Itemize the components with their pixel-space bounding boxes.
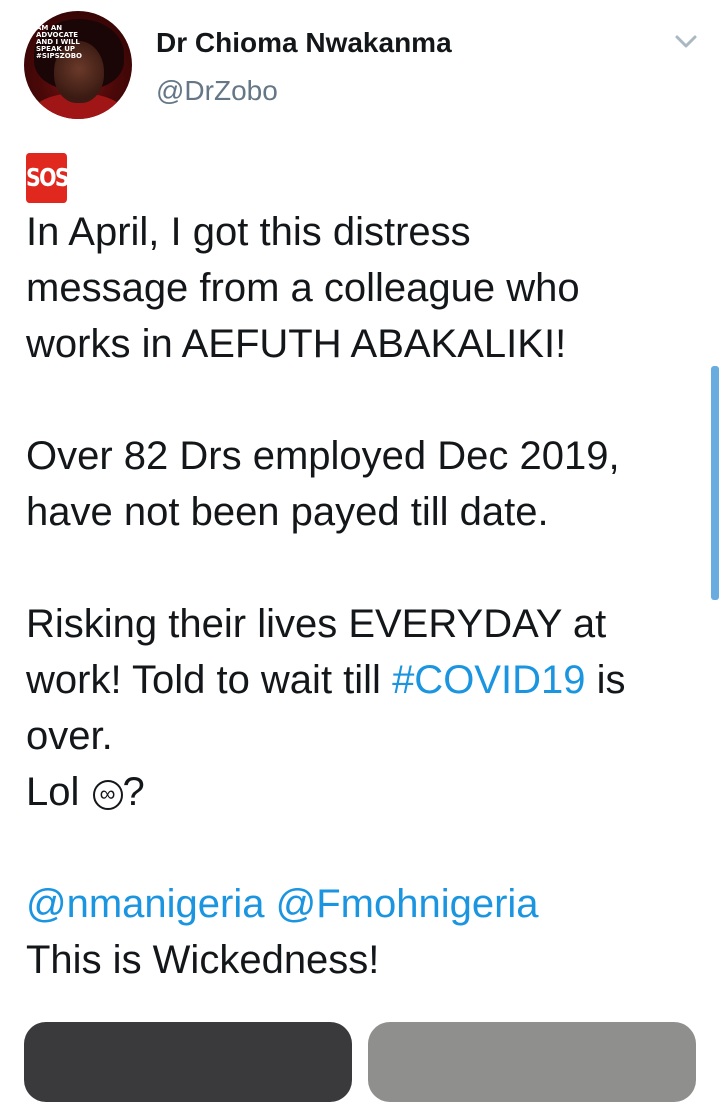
- author-handle[interactable]: @DrZobo: [156, 75, 278, 107]
- hashtag-link[interactable]: #COVID19: [392, 658, 585, 702]
- tweet-line-with-hashtag: work! Told to wait till #COVID19 is: [26, 652, 625, 708]
- avatar-caption: AM AN ADVOCATE AND I WILL SPEAK UP #SIPS…: [36, 25, 106, 60]
- tweet-line: Over 82 Drs employed Dec 2019,: [26, 434, 620, 478]
- mention-link[interactable]: @Fmohnigeria: [276, 882, 539, 926]
- tweet-line: In April, I got this distress: [26, 210, 471, 254]
- tweet-line: message from a colleague who: [26, 266, 580, 310]
- avatar-caption-line: #SIPSZOBO: [36, 52, 82, 60]
- media-thumbnail[interactable]: [24, 1022, 352, 1102]
- tweet-line-text: is: [585, 658, 626, 702]
- tweet-line-text: ?: [122, 770, 145, 814]
- sos-emoji-icon: SOS: [26, 153, 70, 203]
- tweet-line: Risking their lives EVERYDAY at: [26, 602, 607, 646]
- media-thumbnail[interactable]: [368, 1022, 696, 1102]
- tweet-line: This is Wickedness!: [26, 938, 380, 982]
- tweet-line-text: work! Told to wait till: [26, 658, 393, 702]
- tweet-line-with-emoji: Lol ∞?: [26, 764, 145, 820]
- scrollbar-thumb[interactable]: [711, 366, 719, 600]
- tweet-line: works in AEFUTH ABAKALIKI!: [26, 322, 567, 366]
- tweet-line: have not been payed till date.: [26, 490, 549, 534]
- chevron-down-icon[interactable]: [672, 30, 700, 52]
- infinity-emoji-icon: ∞: [92, 780, 123, 810]
- tweet-line-text: Lol: [26, 770, 91, 814]
- mention-link[interactable]: @nmanigeria: [26, 882, 265, 926]
- avatar[interactable]: AM AN ADVOCATE AND I WILL SPEAK UP #SIPS…: [24, 11, 132, 119]
- tweet-line: over.: [26, 714, 113, 758]
- tweet-header: AM AN ADVOCATE AND I WILL SPEAK UP #SIPS…: [0, 0, 720, 130]
- author-display-name[interactable]: Dr Chioma Nwakanma: [156, 27, 452, 59]
- mentions-line: @nmanigeria @Fmohnigeria: [26, 876, 539, 932]
